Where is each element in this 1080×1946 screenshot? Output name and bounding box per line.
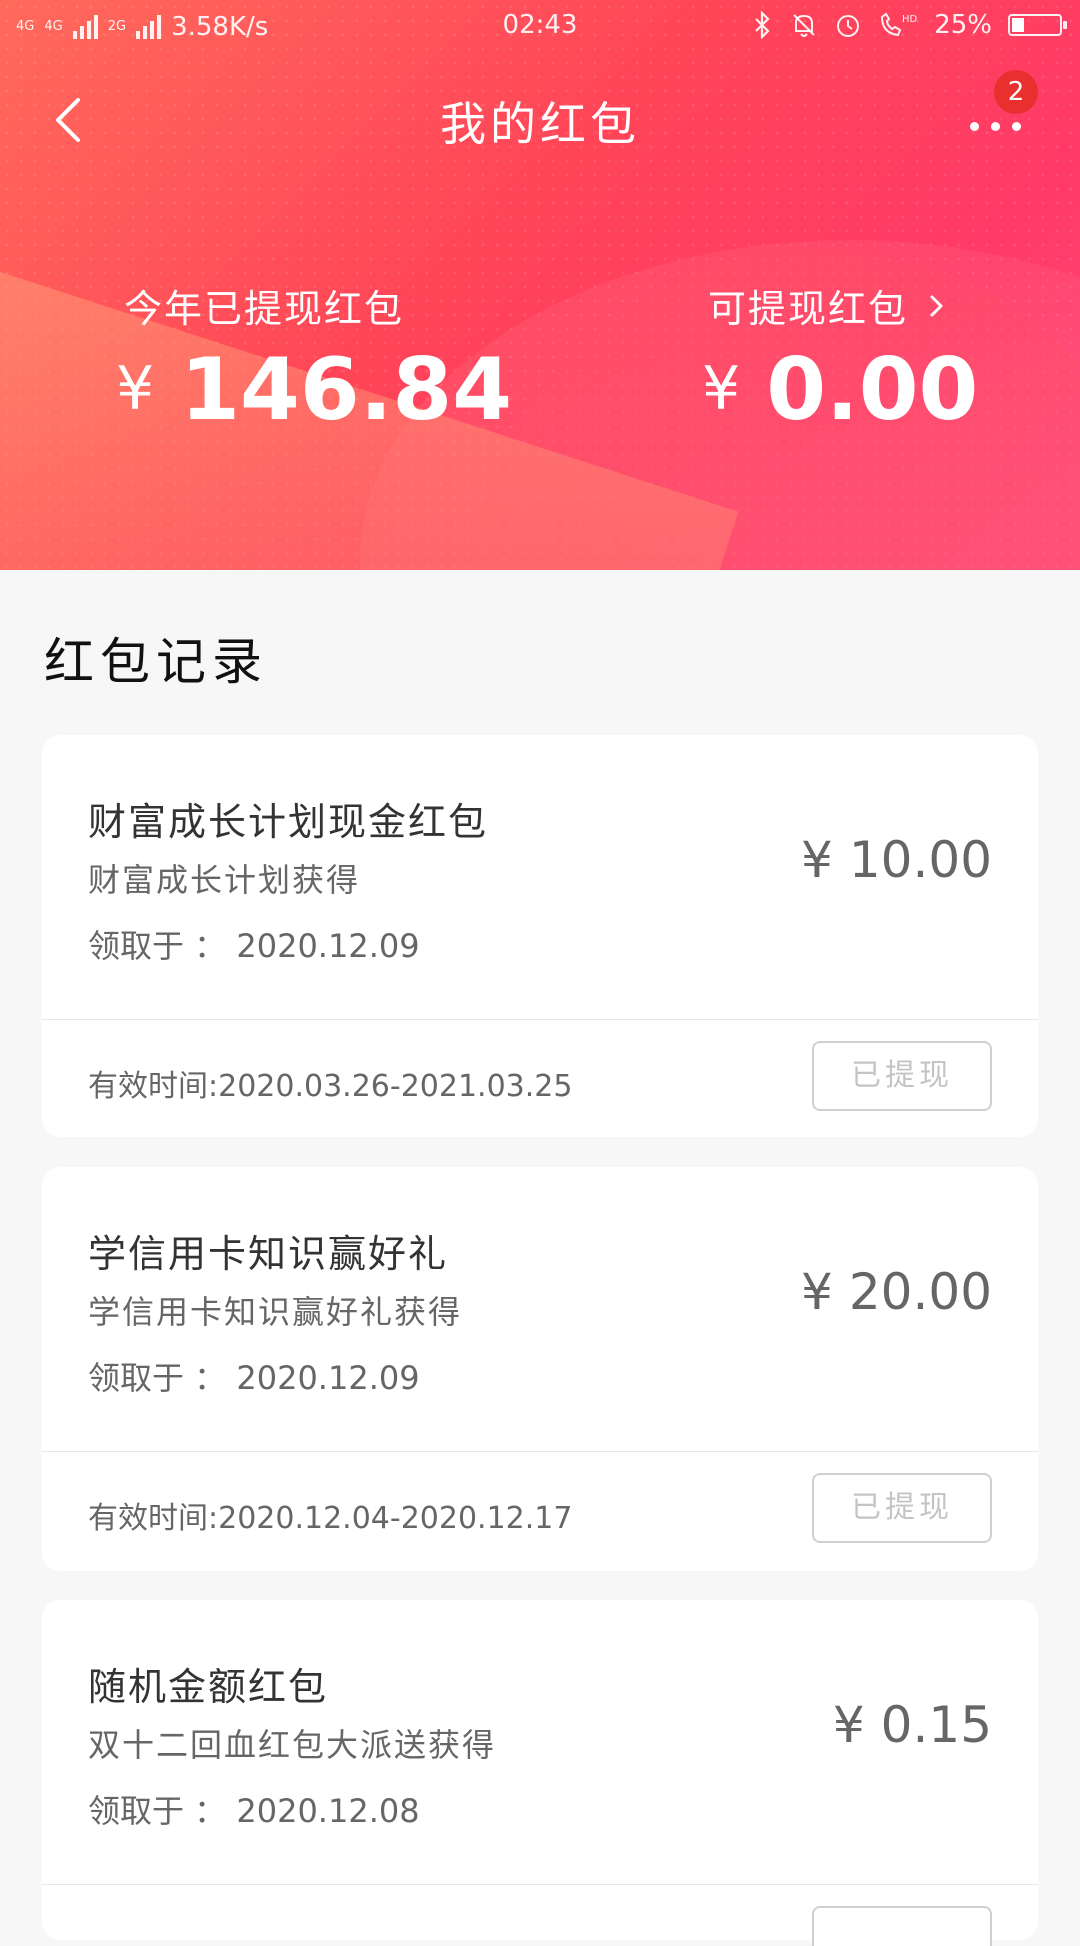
withdrawn-status-button[interactable]: 已提现	[812, 1041, 992, 1111]
record-source: 双十二回血红包大派送获得	[88, 1726, 497, 1764]
record-date-value: 2020.12.09	[236, 927, 420, 965]
record-amount-value: 20.00	[848, 1263, 992, 1321]
record-valid-period: 有效时间:2020.12.04-2020.12.17	[88, 1501, 573, 1536]
withdrawn-status-button[interactable]: 已提现	[812, 1473, 992, 1543]
record-title: 随机金额红包	[88, 1665, 329, 1709]
svg-text:HD: HD	[902, 14, 918, 25]
record-date: 领取于 ： 2020.12.09	[88, 1353, 420, 1399]
withdrawn-amount: ¥146.84	[116, 340, 512, 440]
status-right: HD 25%	[752, 10, 1067, 40]
status-bar: 4G 4G 2G 3.58K/s 02:43 HD 25%	[0, 0, 1080, 52]
record-amount-value: 0.15	[880, 1696, 992, 1754]
currency-symbol: ¥	[832, 1696, 865, 1754]
record-amount: ¥20.00	[801, 1263, 992, 1321]
record-date: 领取于 ： 2020.12.08	[88, 1786, 420, 1832]
record-date: 领取于 ： 2020.12.09	[88, 921, 420, 967]
record-amount: ¥10.00	[801, 831, 992, 889]
hd-call-icon: HD	[881, 12, 918, 37]
withdrawn-value: 146.84	[180, 340, 513, 440]
chevron-right-icon	[930, 295, 943, 316]
record-amount: ¥0.15	[833, 1696, 992, 1754]
more-icon	[970, 122, 1021, 131]
record-card[interactable]: 随机金额红包 双十二回血红包大派送获得 领取于 ： 2020.12.08 ¥0.…	[42, 1600, 1038, 1946]
card-divider	[42, 1019, 1038, 1020]
currency-symbol: ¥	[801, 831, 833, 889]
record-valid-period: 有效时间:2020.03.26-2021.03.25	[88, 1069, 573, 1104]
record-date-label: 领取于 ：	[88, 1359, 227, 1397]
battery-percent: 25%	[934, 10, 992, 40]
header-banner: 4G 4G 2G 3.58K/s 02:43 HD 25% 我的红包 2 今年已…	[0, 0, 1080, 570]
currency-symbol: ¥	[116, 354, 155, 424]
record-source: 学信用卡知识赢好礼获得	[88, 1293, 463, 1331]
battery-fill	[1012, 18, 1024, 32]
record-date-value: 2020.12.09	[236, 1359, 420, 1397]
card-divider	[42, 1451, 1038, 1452]
record-card[interactable]: 学信用卡知识赢好礼 学信用卡知识赢好礼获得 领取于 ： 2020.12.09 ¥…	[42, 1167, 1038, 1571]
withdrawn-label: 今年已提现红包	[124, 287, 405, 331]
bluetooth-icon	[755, 11, 770, 39]
record-source: 财富成长计划获得	[88, 861, 361, 899]
withdrawn-status-button[interactable]	[812, 1906, 992, 1946]
record-date-label: 领取于 ：	[88, 1792, 227, 1830]
currency-symbol: ¥	[801, 1263, 833, 1321]
record-date-value: 2020.12.08	[236, 1792, 420, 1830]
record-date-label: 领取于 ：	[88, 927, 227, 965]
more-button[interactable]: 2	[960, 70, 1040, 152]
mute-bell-icon	[793, 14, 815, 37]
withdrawable-label: 可提现红包	[708, 287, 909, 331]
notification-badge: 2	[994, 70, 1038, 114]
battery-icon	[1008, 14, 1067, 36]
record-title: 财富成长计划现金红包	[88, 800, 489, 844]
page-title: 我的红包	[440, 97, 640, 151]
withdrawable-amount: ¥0.00	[702, 340, 978, 440]
currency-symbol: ¥	[702, 354, 741, 424]
alarm-icon	[837, 15, 860, 37]
record-title: 学信用卡知识赢好礼	[88, 1232, 449, 1276]
withdrawable-value: 0.00	[766, 340, 979, 440]
card-divider	[42, 1884, 1038, 1885]
record-card[interactable]: 财富成长计划现金红包 财富成长计划获得 领取于 ： 2020.12.09 ¥10…	[42, 735, 1038, 1137]
record-amount-value: 10.00	[848, 831, 992, 889]
withdrawable-link[interactable]: 可提现红包	[708, 278, 952, 333]
section-title: 红包记录	[44, 633, 268, 691]
